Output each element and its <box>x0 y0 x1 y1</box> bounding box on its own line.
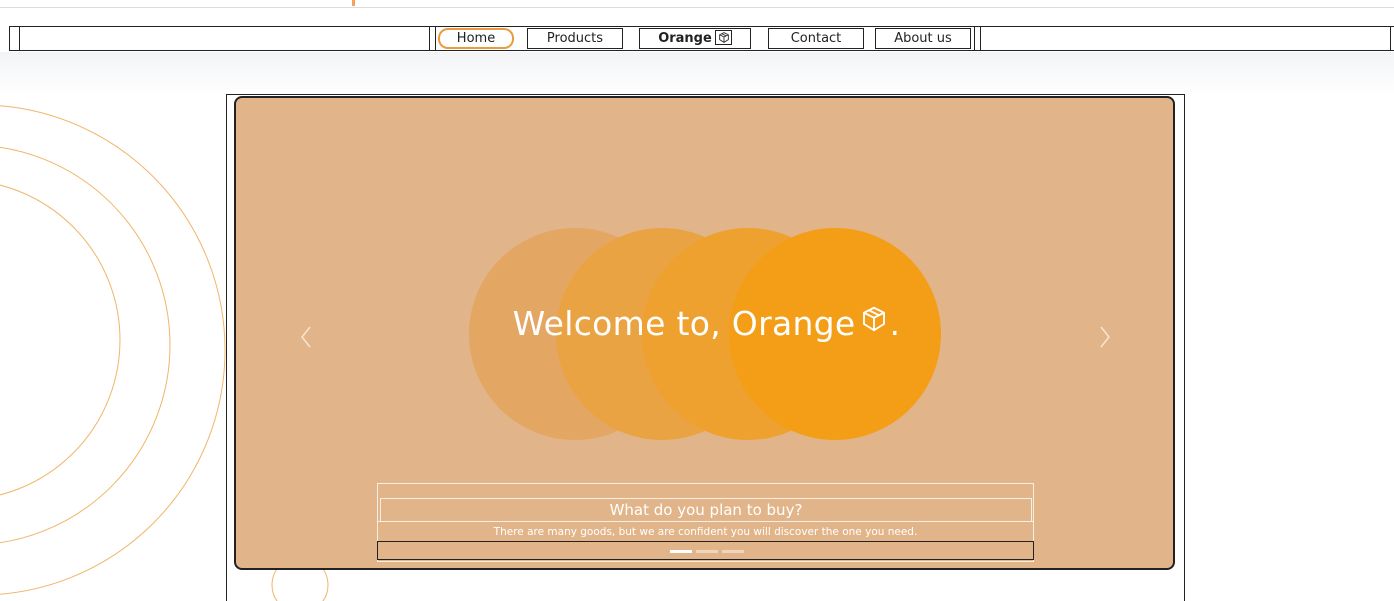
carousel-next-button[interactable] <box>1095 322 1115 352</box>
nav-group: Home Products Orange Contact About us <box>429 27 981 50</box>
nav-products[interactable]: Products <box>527 28 623 49</box>
carousel-indicators <box>377 541 1034 560</box>
nav-orange[interactable]: Orange <box>639 28 751 49</box>
chevron-left-icon <box>301 326 311 348</box>
caption-body: There are many goods, but we are confide… <box>493 526 918 538</box>
chevron-right-icon <box>1100 326 1110 348</box>
hero-carousel: Welcome to, Orange. What do you plan to … <box>234 96 1175 570</box>
navbar-right-edge <box>1390 27 1391 50</box>
nav-home-label: Home <box>456 31 496 46</box>
nav-about-label: About us <box>894 31 952 46</box>
hero-title: Welcome to, Orange. <box>236 303 1173 345</box>
nav-group-inner: Home Products Orange Contact About us <box>435 27 975 50</box>
carousel-indicator-2[interactable] <box>696 550 718 553</box>
nav-contact[interactable]: Contact <box>768 28 864 49</box>
carousel-prev-button[interactable] <box>296 322 316 352</box>
hero-title-text: Welcome to, Orange <box>512 304 856 343</box>
hero-title-suffix: . <box>889 304 901 343</box>
nav-home[interactable]: Home <box>438 28 514 49</box>
nav-products-label: Products <box>546 31 604 46</box>
nav-contact-label: Contact <box>790 31 842 46</box>
navbar-left-edge <box>9 27 20 50</box>
navbar: Home Products Orange Contact About us <box>9 26 1394 51</box>
page: Home Products Orange Contact About us We… <box>0 0 1394 601</box>
top-accent-mark <box>352 0 355 6</box>
carousel-indicator-3[interactable] <box>722 550 744 553</box>
caption-heading: What do you plan to buy? <box>380 498 1032 522</box>
box-icon <box>714 30 732 45</box>
carousel-caption: What do you plan to buy? There are many … <box>377 483 1034 562</box>
carousel-indicator-1[interactable] <box>670 550 692 553</box>
top-divider <box>0 7 1394 8</box>
nav-about[interactable]: About us <box>875 28 971 49</box>
nav-orange-label: Orange <box>658 31 712 46</box>
box-icon <box>858 303 890 342</box>
